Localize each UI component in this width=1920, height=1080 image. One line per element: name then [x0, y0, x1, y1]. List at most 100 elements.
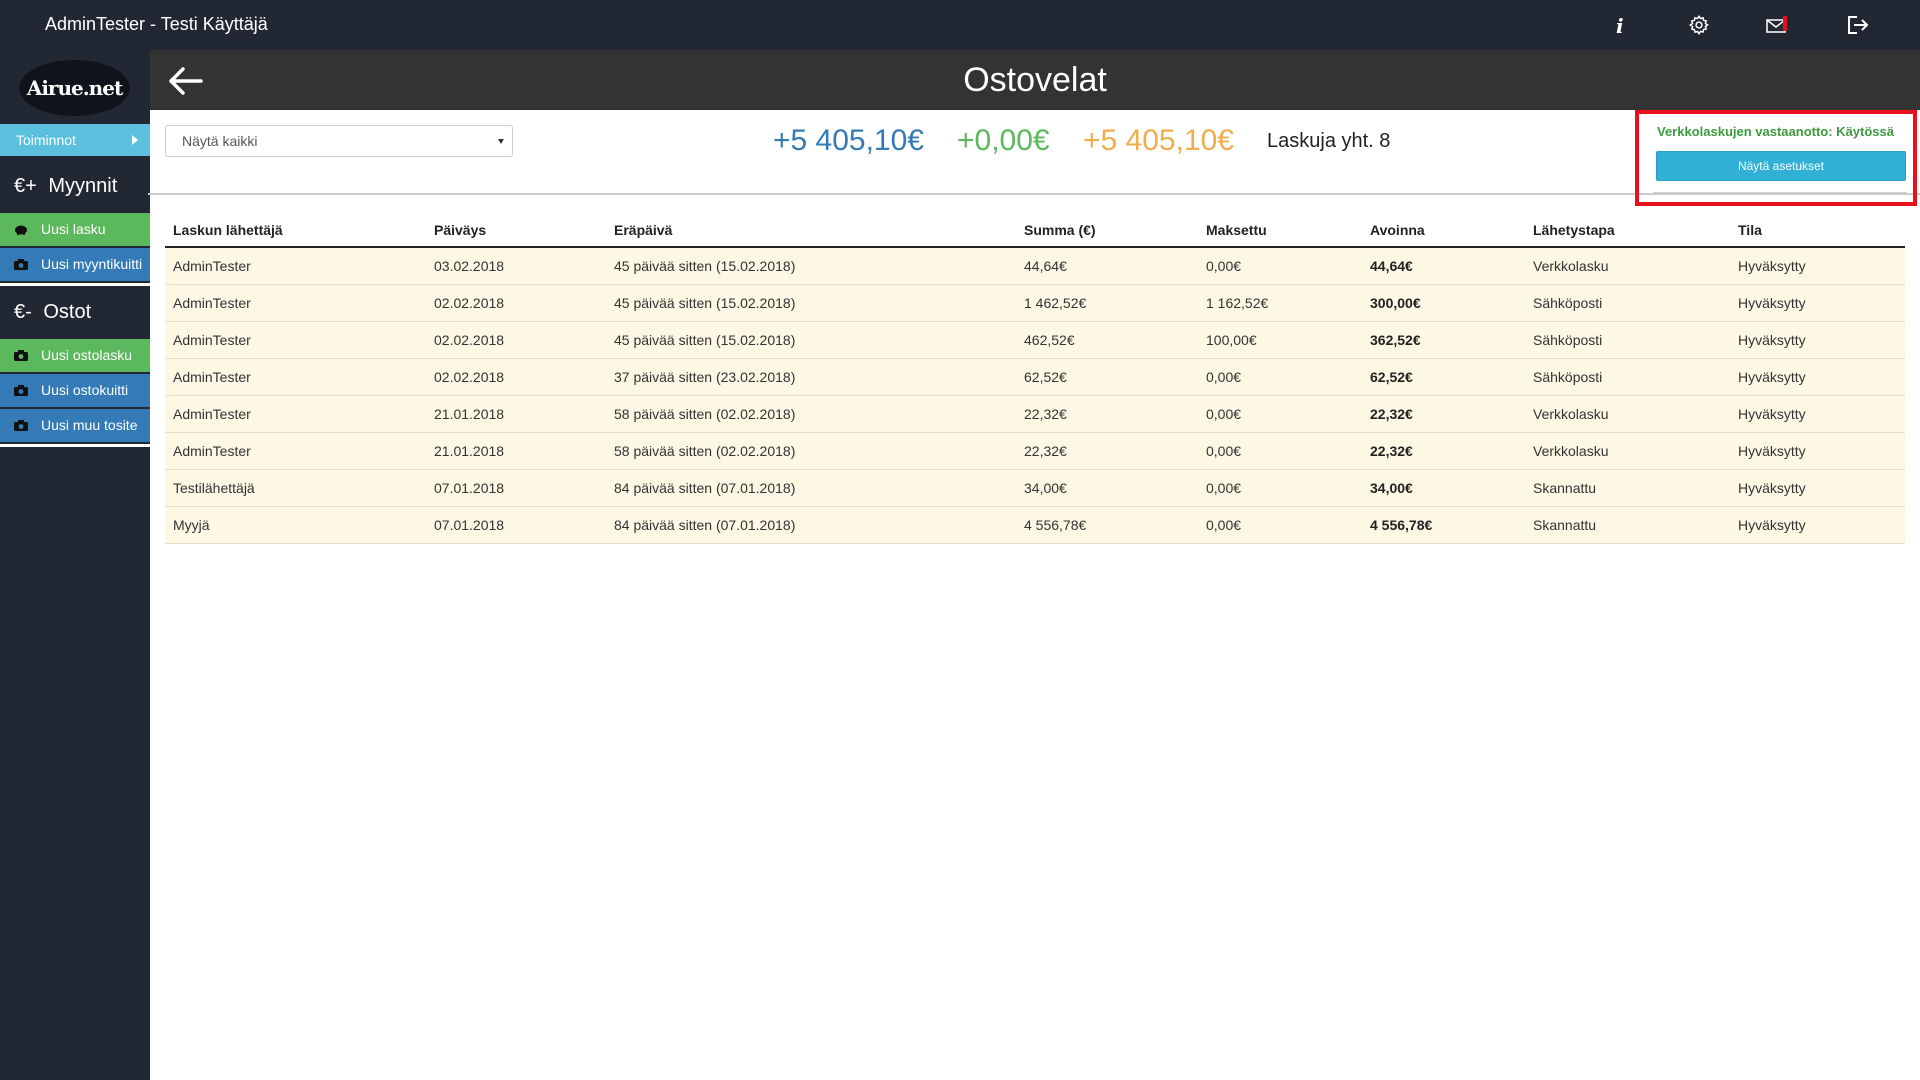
- logo[interactable]: Airue.net: [19, 60, 130, 116]
- cell-sender: AdminTester: [165, 284, 426, 322]
- column-header[interactable]: Tila: [1730, 213, 1905, 248]
- divider: [0, 283, 150, 286]
- sidebar-item-label: Uusi ostolasku: [41, 347, 133, 363]
- cell-sum: 34,00€: [1016, 469, 1198, 507]
- table-row[interactable]: AdminTester 02.02.2018 45 päivää sitten …: [165, 321, 1905, 359]
- cell-open: 22,32€: [1362, 395, 1525, 433]
- verkkolasku-panel: Verkkolaskujen vastaanotto: Käytössä Näy…: [1635, 110, 1917, 206]
- cell-status: Hyväksytty: [1730, 432, 1905, 470]
- sidebar-item-label: Uusi myyntikuitti: [41, 256, 143, 272]
- toiminnot-button[interactable]: Toiminnot: [0, 124, 150, 156]
- column-header[interactable]: Lähetystapa: [1525, 213, 1730, 248]
- cell-sender: AdminTester: [165, 358, 426, 396]
- cell-open: 300,00€: [1362, 284, 1525, 322]
- cell-paid: 0,00€: [1198, 358, 1362, 396]
- cell-method: Verkkolasku: [1525, 432, 1730, 470]
- paid-amount: +0,00€: [957, 124, 1050, 157]
- cell-sum: 22,32€: [1016, 432, 1198, 470]
- divider: [1653, 192, 1907, 193]
- filter-select[interactable]: Näytä kaikki: [165, 125, 513, 157]
- cell-sum: 22,32€: [1016, 395, 1198, 433]
- info-icon[interactable]: i: [1604, 10, 1634, 40]
- open-amount: +5 405,10€: [1083, 124, 1234, 157]
- cell-due: 45 päivää sitten (15.02.2018): [606, 284, 1016, 322]
- cell-method: Sähköposti: [1525, 284, 1730, 322]
- cell-date: 07.01.2018: [426, 506, 606, 544]
- table-row[interactable]: AdminTester 21.01.2018 58 päivää sitten …: [165, 395, 1905, 433]
- table-row[interactable]: AdminTester 02.02.2018 37 päivää sitten …: [165, 358, 1905, 396]
- column-header[interactable]: Avoinna: [1362, 213, 1525, 248]
- logout-icon[interactable]: [1843, 10, 1873, 40]
- cell-date: 21.01.2018: [426, 432, 606, 470]
- column-header[interactable]: Eräpäivä: [606, 213, 1016, 248]
- cell-paid: 0,00€: [1198, 506, 1362, 544]
- sidebar-item-label: Uusi lasku: [41, 221, 106, 237]
- table-header-row: Laskun lähettäjä Päiväys Eräpäivä Summa …: [165, 213, 1905, 248]
- cell-open: 22,32€: [1362, 432, 1525, 470]
- camera-icon: [14, 259, 28, 270]
- table-row[interactable]: Myyjä 07.01.2018 84 päivää sitten (07.01…: [165, 506, 1905, 544]
- total-amount: +5 405,10€: [773, 124, 924, 157]
- table-row[interactable]: AdminTester 21.01.2018 58 päivää sitten …: [165, 432, 1905, 470]
- show-settings-button[interactable]: Näytä asetukset: [1656, 151, 1906, 181]
- table-row[interactable]: AdminTester 03.02.2018 45 päivää sitten …: [165, 247, 1905, 285]
- cell-paid: 0,00€: [1198, 432, 1362, 470]
- cell-paid: 100,00€: [1198, 321, 1362, 359]
- cell-status: Hyväksytty: [1730, 284, 1905, 322]
- cell-open: 34,00€: [1362, 469, 1525, 507]
- cell-open: 62,52€: [1362, 358, 1525, 396]
- cell-date: 02.02.2018: [426, 321, 606, 359]
- camera-icon: [14, 385, 28, 396]
- chevron-down-icon: [498, 139, 504, 144]
- back-arrow-icon[interactable]: [166, 64, 206, 98]
- section-myynnit: €+ Myynnit: [14, 175, 117, 198]
- euro-plus-symbol: €+: [14, 175, 37, 197]
- cell-sum: 462,52€: [1016, 321, 1198, 359]
- sidebar-item-uusi-myyntikuitti[interactable]: Uusi myyntikuitti: [0, 248, 150, 281]
- table-row[interactable]: Testilähettäjä 07.01.2018 84 päivää sitt…: [165, 469, 1905, 507]
- euro-minus-symbol: €-: [14, 301, 32, 323]
- cell-sum: 62,52€: [1016, 358, 1198, 396]
- sidebar-item-uusi-ostolasku[interactable]: Uusi ostolasku: [0, 339, 150, 372]
- column-header[interactable]: Päiväys: [426, 213, 606, 248]
- cell-open: 44,64€: [1362, 247, 1525, 285]
- gear-icon[interactable]: [1684, 10, 1714, 40]
- cell-paid: 0,00€: [1198, 469, 1362, 507]
- column-header[interactable]: Summa (€): [1016, 213, 1198, 248]
- filter-value: Näytä kaikki: [182, 133, 258, 149]
- cell-method: Sähköposti: [1525, 321, 1730, 359]
- sidebar-item-uusi-muu-tosite[interactable]: Uusi muu tosite: [0, 409, 150, 442]
- table-row[interactable]: AdminTester 02.02.2018 45 päivää sitten …: [165, 284, 1905, 322]
- sidebar-item-uusi-ostokuitti[interactable]: Uusi ostokuitti: [0, 374, 150, 407]
- cell-due: 45 päivää sitten (15.02.2018): [606, 321, 1016, 359]
- column-header[interactable]: Maksettu: [1198, 213, 1362, 248]
- verkkolasku-status: Verkkolaskujen vastaanotto: Käytössä: [1657, 124, 1894, 139]
- cell-date: 07.01.2018: [426, 469, 606, 507]
- cell-date: 02.02.2018: [426, 284, 606, 322]
- piggy-bank-icon: [15, 225, 27, 235]
- cell-method: Verkkolasku: [1525, 395, 1730, 433]
- page-header: Ostovelat: [150, 50, 1920, 110]
- cell-paid: 0,00€: [1198, 395, 1362, 433]
- page-title: Ostovelat: [963, 61, 1107, 99]
- cell-due: 84 päivää sitten (07.01.2018): [606, 469, 1016, 507]
- cell-status: Hyväksytty: [1730, 469, 1905, 507]
- sidebar-item-label: Uusi muu tosite: [41, 417, 138, 433]
- divider: [0, 444, 150, 447]
- cell-open: 4 556,78€: [1362, 506, 1525, 544]
- mail-icon[interactable]: [1763, 10, 1793, 40]
- sidebar-item-label: Uusi ostokuitti: [41, 382, 129, 398]
- camera-icon: [14, 420, 28, 431]
- section-title-ostot: Ostot: [43, 301, 92, 323]
- sidebar-item-uusi-lasku[interactable]: Uusi lasku: [0, 213, 150, 246]
- cell-status: Hyväksytty: [1730, 247, 1905, 285]
- cell-sum: 44,64€: [1016, 247, 1198, 285]
- caret-right-icon: [132, 135, 138, 145]
- top-bar: AdminTester - Testi Käyttäjä i: [0, 0, 1920, 50]
- column-header[interactable]: Laskun lähettäjä: [165, 213, 426, 248]
- section-title-myynnit: Myynnit: [48, 175, 118, 197]
- cell-date: 02.02.2018: [426, 358, 606, 396]
- cell-sum: 1 462,52€: [1016, 284, 1198, 322]
- invoice-table: Laskun lähettäjä Päiväys Eräpäivä Summa …: [165, 213, 1905, 544]
- cell-method: Skannattu: [1525, 506, 1730, 544]
